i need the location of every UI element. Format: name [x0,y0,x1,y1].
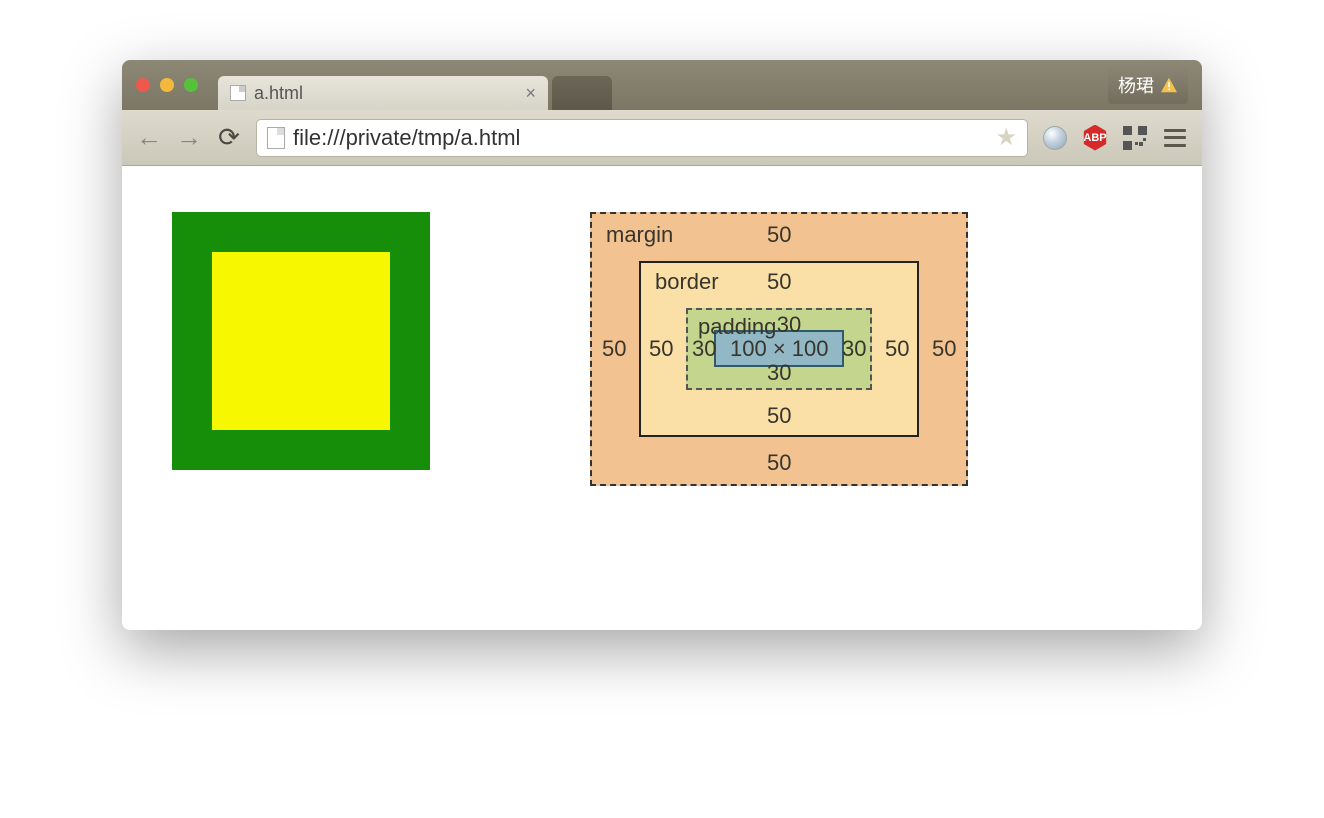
border-right-value: 50 [885,336,909,362]
margin-top-value: 50 [767,222,791,248]
page-content: margin 50 50 50 50 border 50 50 50 50 pa… [122,166,1202,630]
padding-top-value: 30 [777,312,801,338]
margin-right-value: 50 [932,336,956,362]
tab-title: a.html [254,83,517,104]
border-layer: border 50 50 50 50 padding 30 30 30 30 1… [639,261,919,437]
url-text[interactable]: file:///private/tmp/a.html [293,125,987,151]
omnibox[interactable]: file:///private/tmp/a.html ★ [256,119,1028,157]
titlebar: a.html × 杨珺 [122,60,1202,110]
user-name: 杨珺 [1118,72,1154,98]
close-window-button[interactable] [136,78,150,92]
border-label: border [655,269,719,295]
globe-extension-icon[interactable] [1042,125,1068,151]
margin-left-value: 50 [602,336,626,362]
close-tab-icon[interactable]: × [525,83,536,104]
toolbar: ← → ⟳ file:///private/tmp/a.html ★ ABP [122,110,1202,166]
border-top-value: 50 [767,269,791,295]
box-model-diagram: margin 50 50 50 50 border 50 50 50 50 pa… [590,212,968,584]
warning-icon [1160,77,1178,93]
padding-left-value: 30 [692,336,716,362]
traffic-lights [136,78,198,92]
browser-tab-inactive[interactable] [552,76,612,110]
margin-bottom-value: 50 [767,450,791,476]
page-icon [267,127,285,149]
minimize-window-button[interactable] [160,78,174,92]
padding-right-value: 30 [842,336,866,362]
file-icon [230,85,246,101]
reload-button[interactable]: ⟳ [216,122,242,153]
margin-layer: margin 50 50 50 50 border 50 50 50 50 pa… [590,212,968,486]
padding-layer: padding 30 30 30 30 100 × 100 [686,308,872,390]
green-box [172,212,430,470]
border-left-value: 50 [649,336,673,362]
padding-bottom-value: 30 [767,360,791,386]
browser-tab-active[interactable]: a.html × [218,76,548,110]
browser-window: a.html × 杨珺 ← → ⟳ file:///private/tmp/a.… [122,60,1202,630]
user-profile-button[interactable]: 杨珺 [1108,66,1188,104]
tabstrip: a.html × [218,60,1108,110]
back-button[interactable]: ← [136,122,162,153]
zoom-window-button[interactable] [184,78,198,92]
border-bottom-value: 50 [767,403,791,429]
forward-button[interactable]: → [176,122,202,153]
hamburger-menu-icon[interactable] [1162,125,1188,151]
yellow-box [212,252,390,430]
bookmark-star-icon[interactable]: ★ [995,123,1017,152]
adblock-extension-icon[interactable]: ABP [1082,125,1108,151]
qr-extension-icon[interactable] [1122,125,1148,151]
margin-label: margin [606,222,673,248]
